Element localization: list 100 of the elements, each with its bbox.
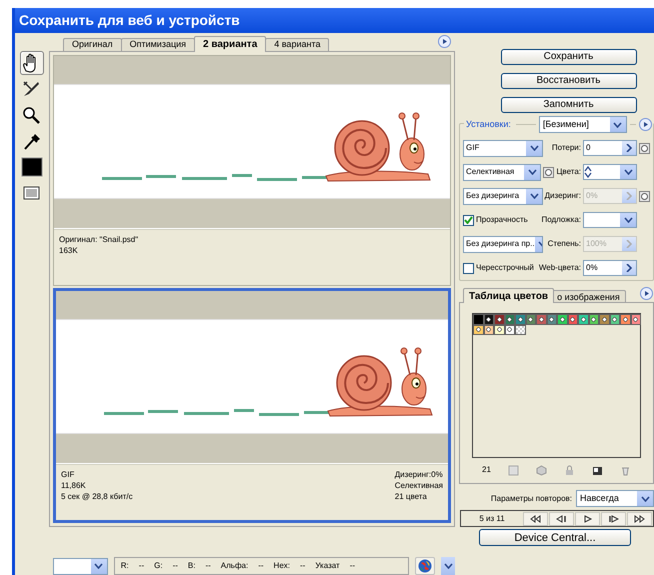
preview-panel[interactable]: Оригинал: "Snail.psd" 163K [53, 55, 451, 286]
color-swatch[interactable] [630, 314, 641, 324]
option-select[interactable]: Без дизеринга [463, 188, 543, 204]
readout-label: Указат [315, 560, 340, 572]
color-swatch[interactable] [484, 314, 494, 324]
readout-label: Альфа: [220, 560, 248, 572]
color-swatch[interactable] [588, 314, 599, 324]
device-central-button[interactable]: Device Central... [479, 529, 631, 546]
chevron-icon [528, 169, 536, 175]
last-frame-button[interactable] [627, 512, 652, 526]
action-button[interactable]: Сохранить [500, 49, 636, 65]
preset-select[interactable]: [Безимени] [538, 116, 627, 133]
value-field[interactable]: 0 [583, 140, 637, 156]
color-swatch[interactable] [515, 324, 526, 335]
menu-icon[interactable] [638, 118, 652, 131]
chevron-icon [624, 169, 632, 175]
color-swatch[interactable] [610, 314, 620, 324]
color-swatch[interactable] [557, 314, 568, 324]
color-swatch[interactable] [473, 314, 484, 324]
next-frame-icon [608, 514, 619, 522]
preview-info: Оригинал: "Snail.psd" [59, 234, 138, 245]
previous-frame-icon [556, 514, 567, 522]
color-swatch[interactable] [620, 314, 630, 324]
lock-icon [564, 464, 575, 476]
last-frame-icon [634, 514, 645, 522]
first-frame-icon [530, 514, 541, 522]
chevron-icon [444, 563, 453, 569]
color-swatch[interactable] [494, 324, 504, 335]
color-count: 21 [482, 464, 491, 476]
view-tab[interactable]: 2 варианта [194, 36, 266, 52]
color-swatch[interactable] [526, 314, 536, 324]
play-button[interactable] [575, 512, 600, 526]
play-icon [582, 514, 593, 522]
preview-info: 163K [59, 245, 79, 256]
value-field[interactable]: 0% [583, 260, 637, 276]
readout-label: Hex: [274, 560, 290, 572]
spinner-icon [584, 166, 592, 178]
color-swatch[interactable] [504, 314, 515, 324]
color-swatch[interactable] [473, 324, 484, 335]
option-checkbox[interactable]: Чересстрочный [463, 262, 534, 274]
readout-label: R: [120, 560, 129, 572]
mask-icon [639, 142, 650, 154]
zoom-select[interactable] [53, 558, 108, 574]
browser-preview-button[interactable] [415, 557, 436, 575]
next-frame-button[interactable] [601, 512, 626, 526]
previous-frame-button[interactable] [549, 512, 574, 526]
field-label: Подложка: [541, 214, 581, 226]
color-swatch[interactable] [494, 314, 504, 324]
view-tab[interactable]: 4 варианта [265, 38, 330, 52]
chevron-icon [624, 217, 632, 223]
option-checkbox[interactable]: Прозрачность [463, 214, 528, 226]
option-select[interactable]: GIF [463, 140, 543, 156]
mask-icon [639, 190, 650, 202]
first-frame-button[interactable] [523, 512, 548, 526]
transparency-icon [508, 464, 519, 476]
preview-panel[interactable]: GIF 11,86K 5 сек @ 28,8 кбит/с Дизеринг:0% Селективная 21 цвета [53, 288, 451, 523]
readout-label: G: [154, 560, 163, 572]
menu-icon[interactable] [438, 35, 451, 48]
swatch-icon [21, 157, 43, 177]
view-tab[interactable]: Оригинал [63, 38, 122, 52]
loop-label: Параметры повторов: [490, 492, 572, 504]
action-button[interactable]: Восстановить [500, 73, 636, 89]
field-label: Потери: [552, 142, 581, 154]
hand-tool[interactable] [20, 51, 44, 75]
color-swatch[interactable] [536, 314, 546, 324]
window-title: Сохранить для веб и устройств [15, 8, 654, 33]
preview-info: 11,86K [61, 480, 87, 491]
preview-info: Дизеринг:0% [394, 469, 443, 480]
mask-icon [543, 166, 554, 178]
color-swatch[interactable] [568, 314, 578, 324]
color-swatch[interactable] [599, 314, 610, 324]
check-icon [464, 216, 473, 224]
color-swatch[interactable] [515, 314, 526, 324]
chevron-icon [640, 496, 650, 502]
cube-icon [536, 464, 547, 476]
new-color-icon [592, 464, 603, 476]
preview-info: Селективная [394, 480, 443, 491]
color-swatch[interactable] [578, 314, 588, 324]
chevron-icon [613, 122, 622, 128]
color-swatch[interactable] [546, 314, 557, 324]
browser-dropdown[interactable] [441, 557, 455, 575]
value-field[interactable] [583, 164, 637, 180]
preview-info: 21 цвета [394, 491, 428, 502]
view-tab[interactable]: Оптимизация [120, 38, 196, 52]
field-label: Цвета: [556, 166, 581, 178]
chevron-icon [530, 193, 538, 199]
action-button[interactable]: Запомнить [500, 97, 636, 113]
preview-info: 5 сек @ 28,8 кбит/с [61, 491, 133, 502]
color-tool[interactable] [20, 155, 44, 179]
readout-value: -- [138, 560, 144, 572]
panel-tab[interactable]: Таблица цветов [463, 288, 554, 303]
globe-icon [418, 559, 432, 573]
field-label: Web-цвета: [538, 262, 581, 274]
field-label: Дизеринг: [544, 190, 581, 202]
value-field[interactable] [583, 212, 637, 228]
option-select[interactable]: Без дизеринга пр.. [463, 236, 543, 252]
frame-counter: 5 из 11 [478, 512, 506, 524]
menu-icon[interactable] [640, 287, 653, 300]
option-select[interactable]: Селективная [463, 164, 541, 180]
loop-select[interactable]: Навсегда [576, 490, 654, 507]
